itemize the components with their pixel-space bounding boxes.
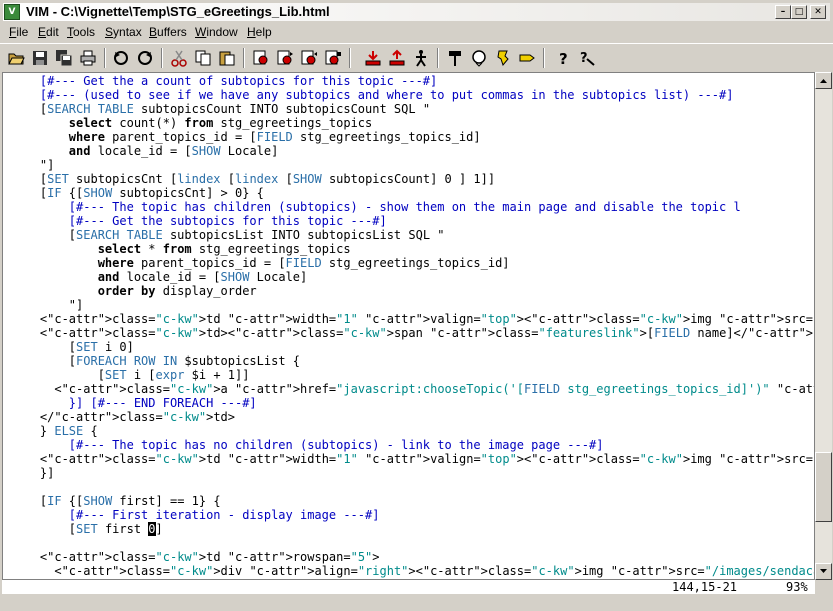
arrow-down-icon xyxy=(820,569,827,573)
ctags-icon[interactable] xyxy=(492,47,514,69)
find-next-icon[interactable] xyxy=(274,47,296,69)
title-bar[interactable]: V VIM - C:\Vignette\Temp\STG_eGreetings_… xyxy=(0,0,833,24)
code-line: <"c-attr">class xyxy=(11,564,163,578)
code-line: <"c-attr">class xyxy=(11,326,149,340)
window-bottom-border xyxy=(0,594,833,611)
code-line: "] xyxy=(11,158,55,172)
code-line: } ELSE { xyxy=(11,424,98,438)
close-button[interactable]: ✕ xyxy=(810,5,826,19)
arrow-up-icon xyxy=(820,79,827,83)
toolbar-separator xyxy=(349,48,351,68)
menu-bar: File Edit Tools Syntax Buffers Window He… xyxy=(0,24,833,42)
code-line: [SEARCH TABLE subtopicsCount INTO subtop… xyxy=(11,102,431,116)
code-line: [SET subtopicsCnt [lindex [lindex [SHOW … xyxy=(11,172,496,186)
code-line: [#--- The topic has children (subtopics)… xyxy=(11,200,741,214)
code-line: [#--- First iteration - display image --… xyxy=(11,508,380,522)
menu-file[interactable]: File xyxy=(9,25,28,39)
redo-icon[interactable] xyxy=(134,47,156,69)
code-line: [SET i [expr $i + 1]] xyxy=(11,368,250,382)
toolbar-separator xyxy=(543,48,545,68)
text-cursor: 0 xyxy=(148,522,156,536)
jump-tag-icon[interactable] xyxy=(516,47,538,69)
toolbar-separator xyxy=(104,48,106,68)
make-icon[interactable] xyxy=(444,47,466,69)
scroll-thumb[interactable] xyxy=(815,452,832,522)
code-line: <"c-attr">class xyxy=(11,550,149,564)
minimize-button[interactable]: – xyxy=(775,5,791,19)
menu-buffers[interactable]: Buffers xyxy=(149,25,187,39)
menu-edit[interactable]: Edit xyxy=(38,25,59,39)
code-line: [IF {[SHOW subtopicsCnt] > 0} { xyxy=(11,186,264,200)
replace-icon[interactable] xyxy=(322,47,344,69)
menu-syntax[interactable]: Syntax xyxy=(105,25,142,39)
code-line: <"c-attr">class xyxy=(11,382,163,396)
code-line: [FOREACH ROW IN $subtopicsList { xyxy=(11,354,301,368)
code-line: [#--- Get the a count of subtopics for t… xyxy=(11,74,438,88)
svg-text:?: ? xyxy=(580,51,588,66)
code-line: where parent_topics_id = [FIELD stg_egre… xyxy=(68,130,481,144)
code-view: [#--- Get the a count of subtopics for t… xyxy=(11,74,814,578)
code-line: [IF {[SHOW first] == 1} { xyxy=(11,494,221,508)
open-icon[interactable] xyxy=(5,47,27,69)
code-line: order by display_order xyxy=(97,284,257,298)
code-line: and locale_id = [SHOW Locale] xyxy=(97,270,308,284)
maximize-button[interactable]: □ xyxy=(791,5,807,19)
code-line: }] xyxy=(11,466,55,480)
save-icon[interactable] xyxy=(29,47,51,69)
vertical-scrollbar[interactable] xyxy=(815,72,832,580)
run-script-icon[interactable] xyxy=(410,47,432,69)
vim-icon[interactable]: V xyxy=(4,4,20,20)
code-line: "] xyxy=(11,298,84,312)
code-line: and locale_id = [SHOW Locale] xyxy=(68,144,279,158)
help-icon[interactable]: ? xyxy=(552,47,574,69)
code-line: [#--- (used to see if we have any subtop… xyxy=(11,88,734,102)
find-prev-icon[interactable] xyxy=(298,47,320,69)
cut-icon[interactable] xyxy=(168,47,190,69)
code-line: </"c-attr">class xyxy=(11,410,156,424)
copy-icon[interactable] xyxy=(192,47,214,69)
find-icon[interactable] xyxy=(250,47,272,69)
code-line: [SEARCH TABLE subtopicsList INTO subtopi… xyxy=(11,228,445,242)
code-line: [#--- Get the subtopics for this topic -… xyxy=(11,214,387,228)
print-icon[interactable] xyxy=(77,47,99,69)
code-line: <"c-attr">class xyxy=(11,452,149,466)
find-help-icon[interactable]: ? xyxy=(576,47,598,69)
editor-text-area[interactable]: [#--- Get the a count of subtopics for t… xyxy=(2,72,815,580)
code-line: select * from stg_egreetings_topics xyxy=(97,242,351,256)
toolbar-separator xyxy=(243,48,245,68)
menu-window[interactable]: Window xyxy=(195,25,238,39)
code-line: [SET first 0] xyxy=(11,522,163,536)
save-session-icon[interactable] xyxy=(386,47,408,69)
code-line: [#--- The topic has no children (subtopi… xyxy=(11,438,604,452)
scroll-percent: 93% xyxy=(786,580,808,594)
status-line: 144,15-21 93% xyxy=(2,580,815,594)
code-line: where parent_topics_id = [FIELD stg_egre… xyxy=(97,256,510,270)
save-all-icon[interactable] xyxy=(53,47,75,69)
menu-help[interactable]: Help xyxy=(247,25,272,39)
window-title: VIM - C:\Vignette\Temp\STG_eGreetings_Li… xyxy=(26,4,330,19)
paste-icon[interactable] xyxy=(216,47,238,69)
svg-text:?: ? xyxy=(559,50,568,67)
scroll-up-button[interactable] xyxy=(815,72,832,89)
scroll-down-button[interactable] xyxy=(815,563,832,580)
code-line: [SET i 0] xyxy=(11,340,134,354)
code-line: }] [#--- END FOREACH ---#] xyxy=(11,396,257,410)
toolbar-separator xyxy=(437,48,439,68)
code-line: select count(*) from stg_egreetings_topi… xyxy=(68,116,373,130)
shell-icon[interactable] xyxy=(468,47,490,69)
code-line: <"c-attr">class xyxy=(11,312,149,326)
menu-tools[interactable]: Tools xyxy=(67,25,95,39)
cursor-position: 144,15-21 xyxy=(672,580,738,594)
toolbar-separator xyxy=(161,48,163,68)
undo-icon[interactable] xyxy=(110,47,132,69)
load-session-icon[interactable] xyxy=(362,47,384,69)
toolbar: ? ? xyxy=(0,43,833,72)
